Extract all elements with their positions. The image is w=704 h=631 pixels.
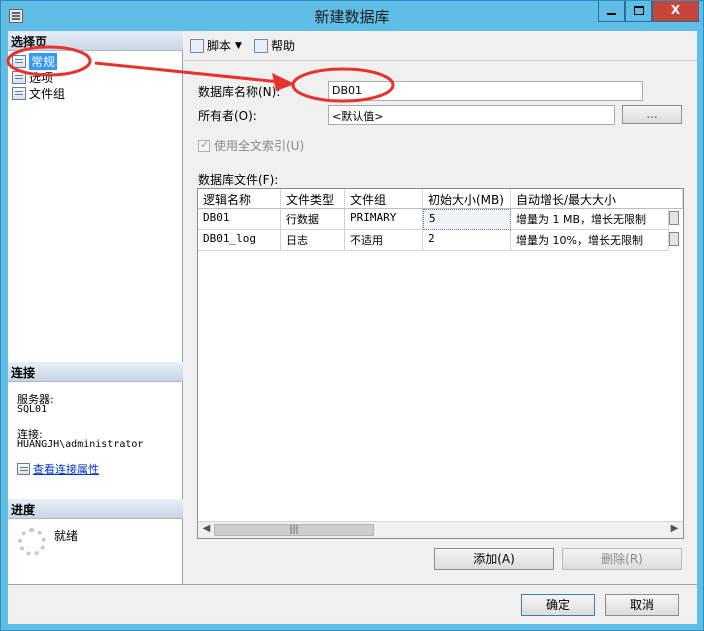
page-label-options: 选项 [29, 70, 54, 85]
fulltext-label: 使用全文索引(U) [214, 139, 305, 153]
cell-file-type[interactable]: 日志 [281, 230, 345, 251]
database-name-label: 数据库名称(N): [198, 85, 281, 99]
help-label: 帮助 [270, 39, 295, 53]
minimize-button[interactable] [598, 1, 625, 22]
page-label-general: 常规 [29, 52, 58, 70]
page-item-filegroups[interactable]: 文件组 [12, 85, 65, 101]
progress-status: 就绪 [54, 529, 79, 543]
owner-browse-button[interactable]: ... [622, 105, 682, 124]
page-icon [12, 70, 26, 84]
autogrowth-edit-button[interactable] [669, 211, 679, 225]
connection-header: 连接 [8, 362, 183, 382]
minimize-icon [607, 12, 616, 15]
database-name-input[interactable]: DB01 [328, 81, 643, 101]
view-connection-properties-link[interactable]: 查看连接属性 [17, 461, 99, 477]
column-header-initial-size[interactable]: 初始大小(MB) [423, 189, 511, 209]
database-files-grid[interactable]: 逻辑名称 文件类型 文件组 初始大小(MB) 自动增长/最大大小 DB01 行数… [197, 188, 684, 539]
page-label-filegroups: 文件组 [29, 86, 66, 101]
title-bar[interactable]: 新建数据库 X [1, 1, 703, 31]
help-icon [253, 38, 268, 53]
script-label: 脚本 [207, 39, 232, 53]
maximize-icon [633, 6, 644, 15]
table-row[interactable]: DB01_log 日志 不适用 2 增量为 10%，增长无限制 [198, 230, 679, 251]
cell-filegroup[interactable]: 不适用 [345, 230, 423, 251]
new-database-dialog: 新建数据库 X 选择页 常规 选项 文件组 连接 服务器: SQL01 连接: [0, 0, 704, 631]
dialog-client-area: 选择页 常规 选项 文件组 连接 服务器: SQL01 连接: HUANGJH\… [8, 31, 697, 624]
database-files-label: 数据库文件(F): [198, 173, 279, 187]
scroll-left-icon[interactable]: ◀ [199, 523, 214, 537]
column-header-file-type[interactable]: 文件类型 [281, 189, 345, 209]
toolbar: 脚本 ▼ 帮助 [184, 31, 697, 61]
cell-logical-name[interactable]: DB01 [198, 209, 281, 230]
owner-label: 所有者(O): [198, 109, 257, 123]
cell-autogrowth[interactable]: 增量为 1 MB，增长无限制 [511, 209, 669, 230]
column-header-logical-name[interactable]: 逻辑名称 [198, 189, 281, 209]
scroll-right-icon[interactable]: ▶ [667, 523, 682, 537]
progress-header: 进度 [8, 499, 183, 519]
ok-button[interactable]: 确定 [521, 594, 595, 616]
script-icon [190, 38, 204, 53]
cancel-button[interactable]: 取消 [605, 594, 679, 616]
maximize-button[interactable] [625, 1, 652, 22]
remove-button[interactable]: 删除(R) [562, 548, 682, 570]
cell-initial-size[interactable]: 2 [423, 230, 511, 251]
left-pane: 选择页 常规 选项 文件组 连接 服务器: SQL01 连接: HUANGJH\… [8, 31, 183, 584]
fulltext-checkbox[interactable] [198, 138, 210, 152]
help-button[interactable]: 帮助 [253, 37, 295, 54]
column-header-filegroup[interactable]: 文件组 [345, 189, 423, 209]
owner-input[interactable]: <默认值> [328, 105, 615, 125]
horizontal-scrollbar[interactable]: ◀ ||| ▶ [198, 521, 683, 538]
cell-filegroup[interactable]: PRIMARY [345, 209, 423, 230]
page-item-general[interactable]: 常规 [12, 52, 58, 70]
add-button[interactable]: 添加(A) [434, 548, 554, 570]
cell-file-type[interactable]: 行数据 [281, 209, 345, 230]
progress-spinner-icon [18, 528, 46, 556]
fulltext-index-row[interactable]: 使用全文索引(U) [198, 137, 304, 154]
close-button[interactable]: X [652, 1, 699, 22]
chevron-down-icon[interactable]: ▼ [235, 41, 242, 51]
server-value: SQL01 [17, 404, 48, 415]
page-item-options[interactable]: 选项 [12, 69, 53, 85]
table-row[interactable]: DB01 行数据 PRIMARY 5 增量为 1 MB，增长无限制 [198, 209, 679, 230]
grid-header-row: 逻辑名称 文件类型 文件组 初始大小(MB) 自动增长/最大大小 [198, 189, 683, 209]
connection-value: HUANGJH\administrator [17, 439, 144, 450]
properties-icon [17, 463, 30, 475]
script-button[interactable]: 脚本 ▼ [190, 37, 248, 54]
cell-initial-size[interactable]: 5 [423, 209, 511, 230]
cell-autogrowth[interactable]: 增量为 10%，增长无限制 [511, 230, 669, 251]
cell-logical-name[interactable]: DB01_log [198, 230, 281, 251]
autogrowth-edit-button[interactable] [669, 232, 679, 246]
page-icon [12, 54, 26, 68]
page-icon [12, 86, 26, 100]
column-header-autogrowth[interactable]: 自动增长/最大大小 [511, 189, 683, 209]
footer-divider [8, 584, 697, 585]
view-connection-properties-label: 查看连接属性 [33, 463, 99, 476]
select-page-header: 选择页 [8, 31, 183, 51]
scroll-thumb[interactable]: ||| [214, 524, 374, 536]
